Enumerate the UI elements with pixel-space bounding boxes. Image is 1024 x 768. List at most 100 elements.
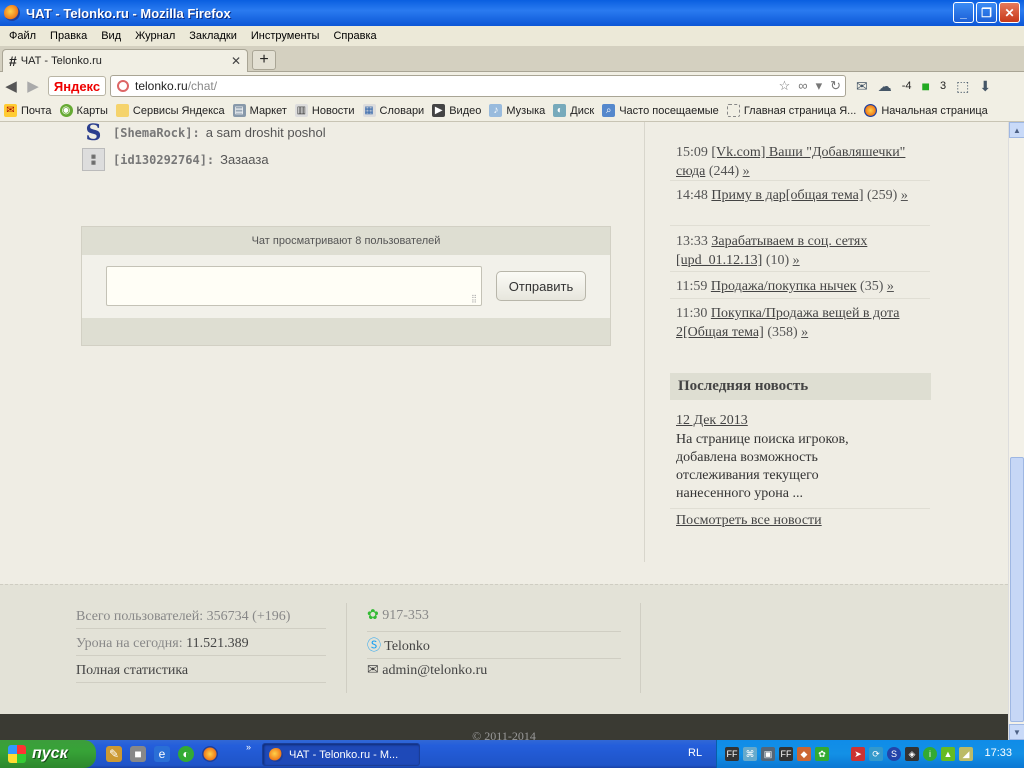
yandex-button[interactable]: Яндекс [48, 76, 106, 96]
bookmark-maps[interactable]: ◉ Карты [59, 104, 108, 117]
quicklaunch-tools-icon[interactable]: ✎ [106, 746, 122, 762]
tab-chat[interactable]: # ЧАТ - Telonko.ru ✕ [2, 49, 248, 72]
url-path: /chat/ [187, 79, 218, 93]
star-icon[interactable]: ☆ [779, 78, 791, 94]
copyright-bar: © 2011-2014 [0, 714, 1008, 740]
resize-grip-icon[interactable]: ⣿ [471, 294, 477, 303]
bookmark-music[interactable]: ♪ Музыка [489, 104, 545, 117]
user-avatar[interactable]: ▦ ▦ [82, 148, 105, 171]
tray-arrow-icon[interactable]: ➤ [851, 747, 865, 761]
minimize-button[interactable]: _ [953, 2, 974, 23]
addon-icon[interactable]: ⬚ [956, 78, 969, 95]
bookmark-label: Маркет [249, 104, 287, 117]
menu-file[interactable]: Файл [2, 30, 43, 42]
bookmark-news[interactable]: ▥ Новости [294, 104, 355, 117]
menu-edit[interactable]: Правка [43, 30, 94, 42]
email-link[interactable]: admin@telonko.ru [382, 663, 487, 678]
weather-icon[interactable]: ☁ [878, 78, 892, 95]
menu-history[interactable]: Журнал [128, 30, 182, 42]
tray-info-icon[interactable]: i [923, 747, 937, 761]
bookmark-start-page[interactable]: Начальная страница [864, 104, 988, 117]
quicklaunch-ie-icon[interactable]: e [154, 746, 170, 762]
notifications-icon[interactable]: ■ [922, 78, 930, 94]
topic-last-post-link[interactable]: » [887, 279, 894, 294]
new-tab-button[interactable]: + [252, 50, 276, 70]
bookmark-mail[interactable]: ✉ Почта [4, 104, 52, 117]
topic-last-post-link[interactable]: » [901, 188, 908, 203]
reload-icon[interactable]: ↻ [830, 78, 841, 94]
tray-sonic-icon[interactable]: S [887, 747, 901, 761]
tray-icq-icon[interactable]: ✿ [815, 747, 829, 761]
total-users-value: 356734 (+196) [206, 609, 291, 624]
topic-last-post-link[interactable]: » [743, 164, 750, 179]
maximize-button[interactable]: ❐ [976, 2, 997, 23]
tray-shield-icon[interactable]: ◈ [905, 747, 919, 761]
close-button[interactable]: ✕ [999, 2, 1020, 23]
mail-icon: ✉ [367, 663, 379, 678]
bookmark-most-visited[interactable]: ⌕ Часто посещаемые [602, 104, 719, 117]
url-bar[interactable]: telonko.ru/chat/ ☆ ∞ ▾ ↻ [110, 75, 846, 97]
news-date-link[interactable]: 12 Дек 2013 [676, 413, 748, 429]
chat-message-input[interactable]: ⣿ [106, 266, 482, 306]
bookmark-disk[interactable]: ◐ Диск [553, 104, 594, 117]
scroll-thumb[interactable] [1010, 457, 1024, 722]
tray-sync-icon[interactable]: ⟳ [869, 747, 883, 761]
back-button[interactable]: ◀ [0, 75, 22, 97]
topic-link[interactable]: Приму в дар[общая тема] [711, 188, 863, 203]
taskbar-window-firefox[interactable]: ЧАТ - Telonko.ru - M... [262, 743, 420, 766]
page-scrollbar[interactable]: ▲ ▼ [1008, 122, 1024, 740]
firefox-icon [864, 104, 878, 117]
menu-view[interactable]: Вид [94, 30, 128, 42]
tab-close-icon[interactable]: ✕ [231, 54, 241, 68]
bookmark-video[interactable]: ▶ Видео [432, 104, 481, 117]
tray-nvidia-icon[interactable]: ▲ [941, 747, 955, 761]
chat-text: Зазааза [220, 152, 269, 167]
footer-divider [346, 603, 347, 693]
tray-ffx-icon[interactable]: FF [725, 747, 739, 761]
quicklaunch-box-icon[interactable]: ■ [130, 746, 146, 762]
chat-username[interactable]: [id130292764]: [113, 153, 214, 167]
send-button[interactable]: Отправить [496, 271, 586, 301]
topic-last-post-link[interactable]: » [801, 325, 808, 340]
menu-tools[interactable]: Инструменты [244, 30, 327, 42]
topic-time: 13:33 [676, 234, 708, 249]
dropdown-icon[interactable]: ▾ [816, 78, 823, 94]
scroll-up-icon[interactable]: ▲ [1009, 122, 1024, 138]
skype-name[interactable]: Telonko [384, 639, 430, 654]
topic-link[interactable]: Продажа/покупка нычек [711, 279, 857, 294]
start-button[interactable]: пуск [0, 740, 96, 768]
topic-last-post-link[interactable]: » [793, 253, 800, 268]
navigation-bar: ◀ ▶ Яндекс telonko.ru/chat/ ☆ ∞ ▾ ↻ ✉ ☁ … [0, 72, 1024, 100]
bookmark-yandex-services[interactable]: Сервисы Яндекса [115, 104, 225, 117]
scroll-down-icon[interactable]: ▼ [1009, 724, 1024, 740]
bookmark-yandex-home[interactable]: Главная страница Я... [726, 104, 856, 117]
quicklaunch-expand-icon[interactable]: » [246, 742, 251, 752]
quicklaunch-media-icon[interactable]: ◐ [178, 746, 194, 762]
user-avatar[interactable]: S [82, 122, 105, 146]
tray-ffx2-icon[interactable]: FF [779, 747, 793, 761]
total-users-label: Всего пользователей: [76, 609, 204, 624]
tray-volume-icon[interactable]: ◢ [959, 747, 973, 761]
language-indicator[interactable]: RL [688, 747, 702, 759]
site-footer: Всего пользователей: 356734 (+196) Урона… [0, 584, 1008, 714]
tray-display-icon[interactable]: ▣ [761, 747, 775, 761]
tray-app-icon[interactable]: ◆ [797, 747, 811, 761]
menu-bookmarks[interactable]: Закладки [182, 30, 244, 42]
mail-icon[interactable]: ✉ [856, 78, 868, 95]
bookmark-market[interactable]: ▤ Маркет [232, 104, 287, 117]
tray-network-icon[interactable]: ⌘ [743, 747, 757, 761]
quicklaunch-firefox-icon[interactable] [202, 746, 218, 762]
site-identity-icon[interactable] [117, 80, 129, 92]
news-separator [670, 508, 930, 509]
full-stats-link[interactable]: Полная статистика [76, 663, 188, 679]
chat-username[interactable]: [ShemaRock]: [113, 126, 200, 140]
forward-button[interactable]: ▶ [22, 75, 44, 97]
topic-count: (244) [708, 164, 740, 179]
reader-icon[interactable]: ∞ [798, 78, 807, 94]
all-news-link[interactable]: Посмотреть все новости [676, 513, 822, 529]
clock[interactable]: 17:33 [984, 747, 1012, 759]
menu-help[interactable]: Справка [326, 30, 383, 42]
download-icon[interactable]: ⬇ [979, 78, 991, 95]
bookmark-dictionaries[interactable]: ▦ Словари [362, 104, 424, 117]
forum-topic: 13:33 Зарабатываем в соц. сетях [upd_01.… [676, 232, 928, 270]
